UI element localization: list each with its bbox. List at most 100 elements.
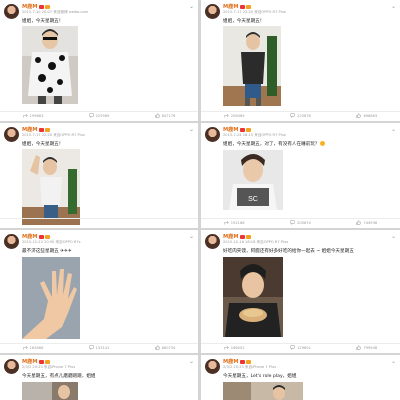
share-button[interactable]: 199683	[0, 112, 66, 119]
level-badge-icon	[245, 4, 251, 9]
comment-button[interactable]: 225876	[267, 112, 333, 119]
verified-badge-icon	[38, 127, 44, 132]
action-bar: 166002 129601 799948	[201, 343, 400, 351]
photo-graphic	[22, 26, 78, 104]
chevron-down-icon[interactable]: ⌄	[189, 126, 194, 133]
post-meta: 2015-7-24 18:15 来自OPPO R7 Plus	[223, 133, 286, 137]
like-button[interactable]: 744936	[334, 219, 400, 226]
post-text: 今天星期五，有点儿磨磨蹭蹭，姐姐	[22, 374, 96, 379]
like-button[interactable]: 660734	[132, 344, 198, 351]
action-bar: 192186 205674 744936	[201, 218, 400, 226]
share-button[interactable]: 192186	[201, 219, 267, 226]
photo-graphic: SC	[223, 150, 283, 210]
level-badge-icon	[44, 234, 50, 239]
comment-icon	[88, 113, 94, 118]
chevron-down-icon[interactable]: ⌄	[189, 233, 194, 240]
avatar[interactable]	[4, 4, 19, 19]
post-card[interactable]: M鹿M 2015-7-17 22:20 来自OPPO R7 Plus ⌄ 姐姐，…	[201, 0, 400, 121]
comment-count: 133141	[95, 345, 110, 350]
comment-button[interactable]: 225589	[66, 112, 132, 119]
comment-button[interactable]: 133141	[66, 344, 132, 351]
post-text: 好吃肉夹馍，阿鹿还有好多好吃的给你一起去 ~ 姐姐今天星期五	[223, 249, 354, 254]
username[interactable]: M鹿M	[223, 233, 251, 240]
share-icon	[224, 220, 229, 225]
chevron-down-icon[interactable]: ⌄	[391, 358, 396, 365]
post-meta: 2/3/2 20:23 来自iPhone 7 Plus	[223, 365, 277, 369]
chevron-down-icon[interactable]: ⌄	[189, 3, 194, 10]
avatar[interactable]	[4, 359, 19, 374]
post-image[interactable]	[223, 257, 283, 337]
level-badge-icon	[44, 4, 50, 9]
avatar[interactable]	[205, 359, 220, 374]
photo-graphic	[22, 149, 80, 225]
avatar[interactable]	[205, 234, 220, 249]
post-image[interactable]	[223, 26, 281, 106]
chevron-down-icon[interactable]: ⌄	[391, 3, 396, 10]
post-text: 今天星期五，Let's role play，姐姐	[223, 374, 297, 379]
chevron-down-icon[interactable]: ⌄	[189, 358, 194, 365]
post-meta: 2015-7-17 22:20 来自OPPO R7 Plus	[22, 133, 85, 137]
comment-button[interactable]: 129601	[267, 344, 333, 351]
chevron-down-icon[interactable]: ⌄	[391, 126, 396, 133]
post-image[interactable]	[22, 382, 78, 400]
avatar[interactable]	[4, 127, 19, 142]
post-card[interactable]: M鹿M 2/3/2 20:23 来自iPhone 7 Plus ⌄ 今天星期五，…	[201, 355, 400, 400]
comment-icon	[290, 345, 295, 350]
avatar[interactable]	[205, 127, 220, 142]
avatar[interactable]	[4, 234, 19, 249]
like-count: 660734	[161, 345, 176, 350]
like-count: 744936	[363, 220, 378, 225]
share-button[interactable]: 163466	[0, 344, 66, 351]
like-button[interactable]: 696863	[334, 112, 400, 119]
username[interactable]: M鹿M	[223, 3, 251, 10]
post-image[interactable]	[22, 257, 80, 339]
level-badge-icon	[44, 127, 50, 132]
post-text: 姐姐，今天星期五，对了，有没有人在睡前玩？	[223, 141, 396, 147]
username[interactable]: M鹿M	[22, 3, 50, 10]
post-image[interactable]: SC	[223, 150, 283, 210]
comment-count: 129601	[297, 345, 311, 350]
chevron-down-icon[interactable]: ⌄	[391, 233, 396, 240]
post-card[interactable]: M鹿M 2015-7-24 18:15 来自OPPO R7 Plus ⌄ 姐姐，…	[201, 123, 400, 228]
post-meta: 2015-7-17 22:20 来自OPPO R7 Plus	[223, 10, 286, 14]
post-card[interactable]: M鹿M 2015-7-10 20:07 来自微博 weibo.com ⌄ 姐姐，…	[0, 0, 198, 121]
post-image[interactable]	[22, 149, 80, 225]
post-card[interactable]: M鹿M 2015-10-23 20:30 来自OPPO R7s ⌄ 最不济这些星…	[0, 230, 198, 353]
post-meta: 2015-10-16 18:18 来自OPPO R7 Plus	[223, 240, 289, 244]
comment-count: 205674	[297, 220, 311, 225]
like-icon	[356, 345, 362, 350]
share-button[interactable]: 166002	[201, 344, 267, 351]
username[interactable]: M鹿M	[22, 126, 50, 133]
username[interactable]: M鹿M	[223, 358, 251, 365]
verified-badge-icon	[38, 4, 44, 9]
post-image[interactable]	[223, 382, 303, 400]
verified-badge-icon	[239, 234, 245, 239]
share-count: 163466	[29, 345, 44, 350]
share-icon	[22, 345, 28, 350]
comment-button[interactable]: 205674	[267, 219, 333, 226]
level-badge-icon	[44, 359, 50, 364]
like-button[interactable]: 799948	[334, 344, 400, 351]
photo-graphic	[22, 257, 80, 339]
comment-icon	[290, 220, 295, 225]
post-text: 最不济这些星期五 ✈✈✈	[22, 249, 72, 254]
post-image[interactable]	[22, 26, 78, 104]
verified-badge-icon	[239, 359, 245, 364]
username[interactable]: M鹿M	[22, 233, 50, 240]
post-card[interactable]: M鹿M 2015-7-17 22:20 来自OPPO R7 Plus ⌄ 姐姐，…	[0, 123, 198, 228]
username[interactable]: M鹿M	[22, 358, 50, 365]
emoji-icon	[320, 141, 326, 146]
post-card[interactable]: M鹿M 2/3/2 20:23 来自iPhone 7 Plus ⌄ 今天星期五，…	[0, 355, 198, 400]
avatar[interactable]	[205, 4, 220, 19]
like-count: 647176	[161, 113, 176, 118]
like-button[interactable]: 647176	[132, 112, 198, 119]
share-button[interactable]: 206469	[201, 112, 267, 119]
username[interactable]: M鹿M	[223, 126, 251, 133]
post-card[interactable]: M鹿M 2015-10-16 18:18 来自OPPO R7 Plus ⌄ 好吃…	[201, 230, 400, 353]
comment-count: 225589	[95, 113, 110, 118]
post-text-content: 姐姐，今天星期五，对了，有没有人在睡前玩？	[223, 142, 320, 147]
verified-badge-icon	[38, 234, 44, 239]
verified-badge-icon	[38, 359, 44, 364]
level-badge-icon	[245, 127, 251, 132]
share-count: 206469	[230, 113, 245, 118]
